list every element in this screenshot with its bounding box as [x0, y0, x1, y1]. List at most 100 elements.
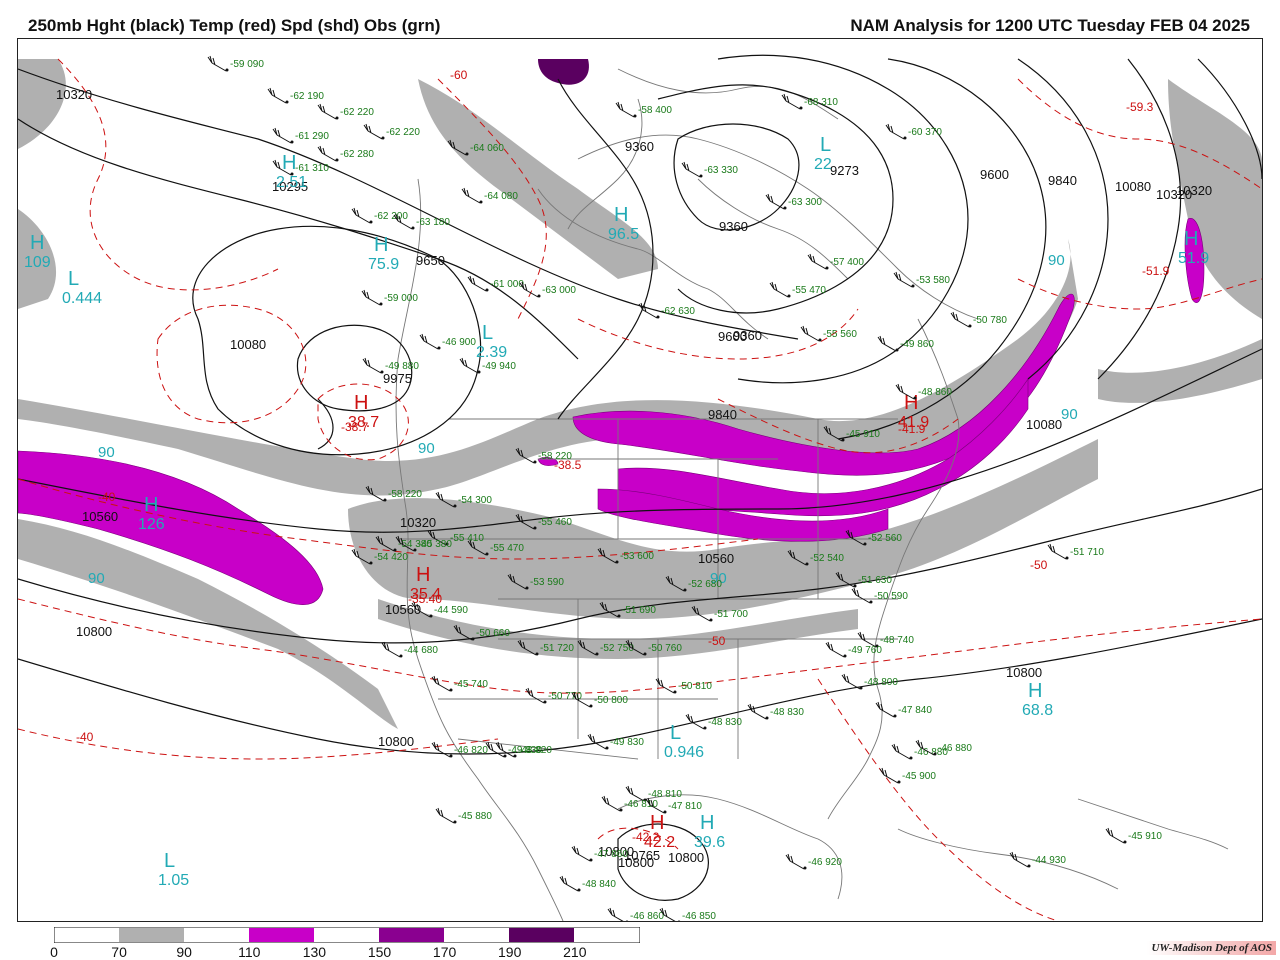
station-dot [589, 704, 593, 708]
obs-value: -46 860 [630, 911, 664, 921]
station-dot [335, 158, 339, 162]
station-obs: -61 000 [467, 275, 524, 292]
station-obs: -59 090 [207, 55, 264, 72]
station-dot [677, 920, 681, 921]
wind-barb [381, 641, 401, 658]
obs-value: -47 840 [898, 705, 932, 716]
station-dot [803, 866, 807, 870]
wind-barb [681, 161, 701, 178]
obs-value: -53 590 [530, 577, 564, 588]
station-obs: -44 930 [1009, 851, 1066, 868]
obs-value: -55 470 [490, 543, 524, 554]
obs-value: -61 290 [295, 131, 329, 142]
height-contour-label: 10080 [230, 337, 266, 352]
obs-value: -45 740 [454, 679, 488, 690]
obs-value: -44 680 [404, 645, 438, 656]
wind-barb [800, 325, 820, 342]
obs-value: -54 420 [374, 552, 408, 563]
station-obs: -62 190 [267, 87, 324, 104]
obs-value: -53 600 [620, 551, 654, 562]
obs-value: -48 830 [708, 717, 742, 728]
station-dot [787, 294, 791, 298]
station-obs: -48 800 [841, 673, 898, 690]
center-letter: H [1184, 228, 1198, 250]
station-dot [290, 140, 294, 144]
center-value: 35.4 [410, 586, 441, 603]
station-dot [379, 302, 383, 306]
legend-tick: 110 [238, 944, 261, 960]
speed-contour-label: 90 [1061, 406, 1078, 423]
obs-value: -64 080 [484, 191, 518, 202]
wind-barb [207, 55, 227, 72]
temp-contour-label: -50 [708, 634, 726, 648]
station-obs: -62 200 [351, 207, 408, 224]
station-dot [577, 888, 581, 892]
obs-value: -50 660 [476, 628, 510, 639]
station-dot [863, 542, 867, 546]
obs-value: -51 690 [622, 605, 656, 616]
obs-value: -60 370 [908, 127, 942, 138]
obs-value: -49 940 [482, 361, 516, 372]
station-dot [533, 526, 537, 530]
obs-value: -45 880 [458, 811, 492, 822]
station-dot [683, 588, 687, 592]
station-obs: -57 400 [807, 253, 864, 270]
station-dot [625, 920, 629, 921]
station-dot [903, 136, 907, 140]
station-dot [411, 226, 415, 230]
obs-value: -45 910 [846, 429, 880, 440]
obs-value: -46 850 [682, 911, 716, 921]
legend-shade-110-130 [249, 928, 314, 942]
wind-barb [825, 641, 845, 658]
obs-value: -46 920 [808, 857, 842, 868]
wind-barb [655, 677, 675, 694]
center-value: 68.8 [1022, 702, 1053, 719]
station-dot [449, 754, 453, 758]
speed-contour-label: 90 [418, 440, 435, 457]
speed-contour-label: 90 [1048, 252, 1065, 269]
obs-value: -62 200 [374, 211, 408, 222]
temp-contour-label: -59.3 [1126, 100, 1154, 114]
station-dot [709, 618, 713, 622]
obs-value: -44 590 [434, 605, 468, 616]
obs-value: -48 830 [770, 707, 804, 718]
station-dot [453, 820, 457, 824]
center-letter: L [164, 850, 175, 872]
station-obs: -45 740 [431, 675, 488, 692]
obs-value: -46 820 [454, 745, 488, 756]
station-dot [290, 172, 294, 176]
obs-value: -58 400 [638, 105, 672, 116]
center-letter: L [670, 722, 681, 744]
station-dot [449, 688, 453, 692]
station-obs: -50 780 [950, 311, 1007, 328]
station-dot [619, 808, 623, 812]
height-contour-label: 9273 [830, 163, 859, 178]
legend-tick: 170 [432, 944, 457, 960]
obs-value: -48 800 [864, 677, 898, 688]
wind-barb [1047, 543, 1067, 560]
center-value: 51.9 [1178, 250, 1209, 267]
station-obs: -59 000 [361, 289, 418, 306]
temp-contour-label: -40 [98, 490, 116, 504]
obs-value: -59 090 [230, 59, 264, 70]
station-dot [656, 315, 660, 319]
obs-value: -58 220 [388, 489, 422, 500]
station-obs: -49 760 [825, 641, 882, 658]
obs-value: -46 810 [624, 799, 658, 810]
station-obs: -44 680 [381, 641, 438, 658]
station-obs: -62 220 [363, 123, 420, 140]
wind-barb [781, 93, 801, 110]
station-dot [1123, 840, 1127, 844]
station-dot [799, 106, 803, 110]
center-letter: L [820, 134, 831, 156]
center-value: 2.51 [276, 174, 307, 191]
station-dot [465, 152, 469, 156]
wind-barb [769, 281, 789, 298]
station-obs: -49 940 [459, 357, 516, 374]
wind-barb [362, 357, 382, 374]
analysis-time: NAM Analysis for 1200 UTC Tuesday FEB 04… [850, 16, 1250, 35]
obs-value: -55 460 [538, 517, 572, 528]
height-contour-label: 9975 [383, 371, 412, 386]
station-dot [535, 652, 539, 656]
legend-tick: 70 [111, 944, 127, 960]
